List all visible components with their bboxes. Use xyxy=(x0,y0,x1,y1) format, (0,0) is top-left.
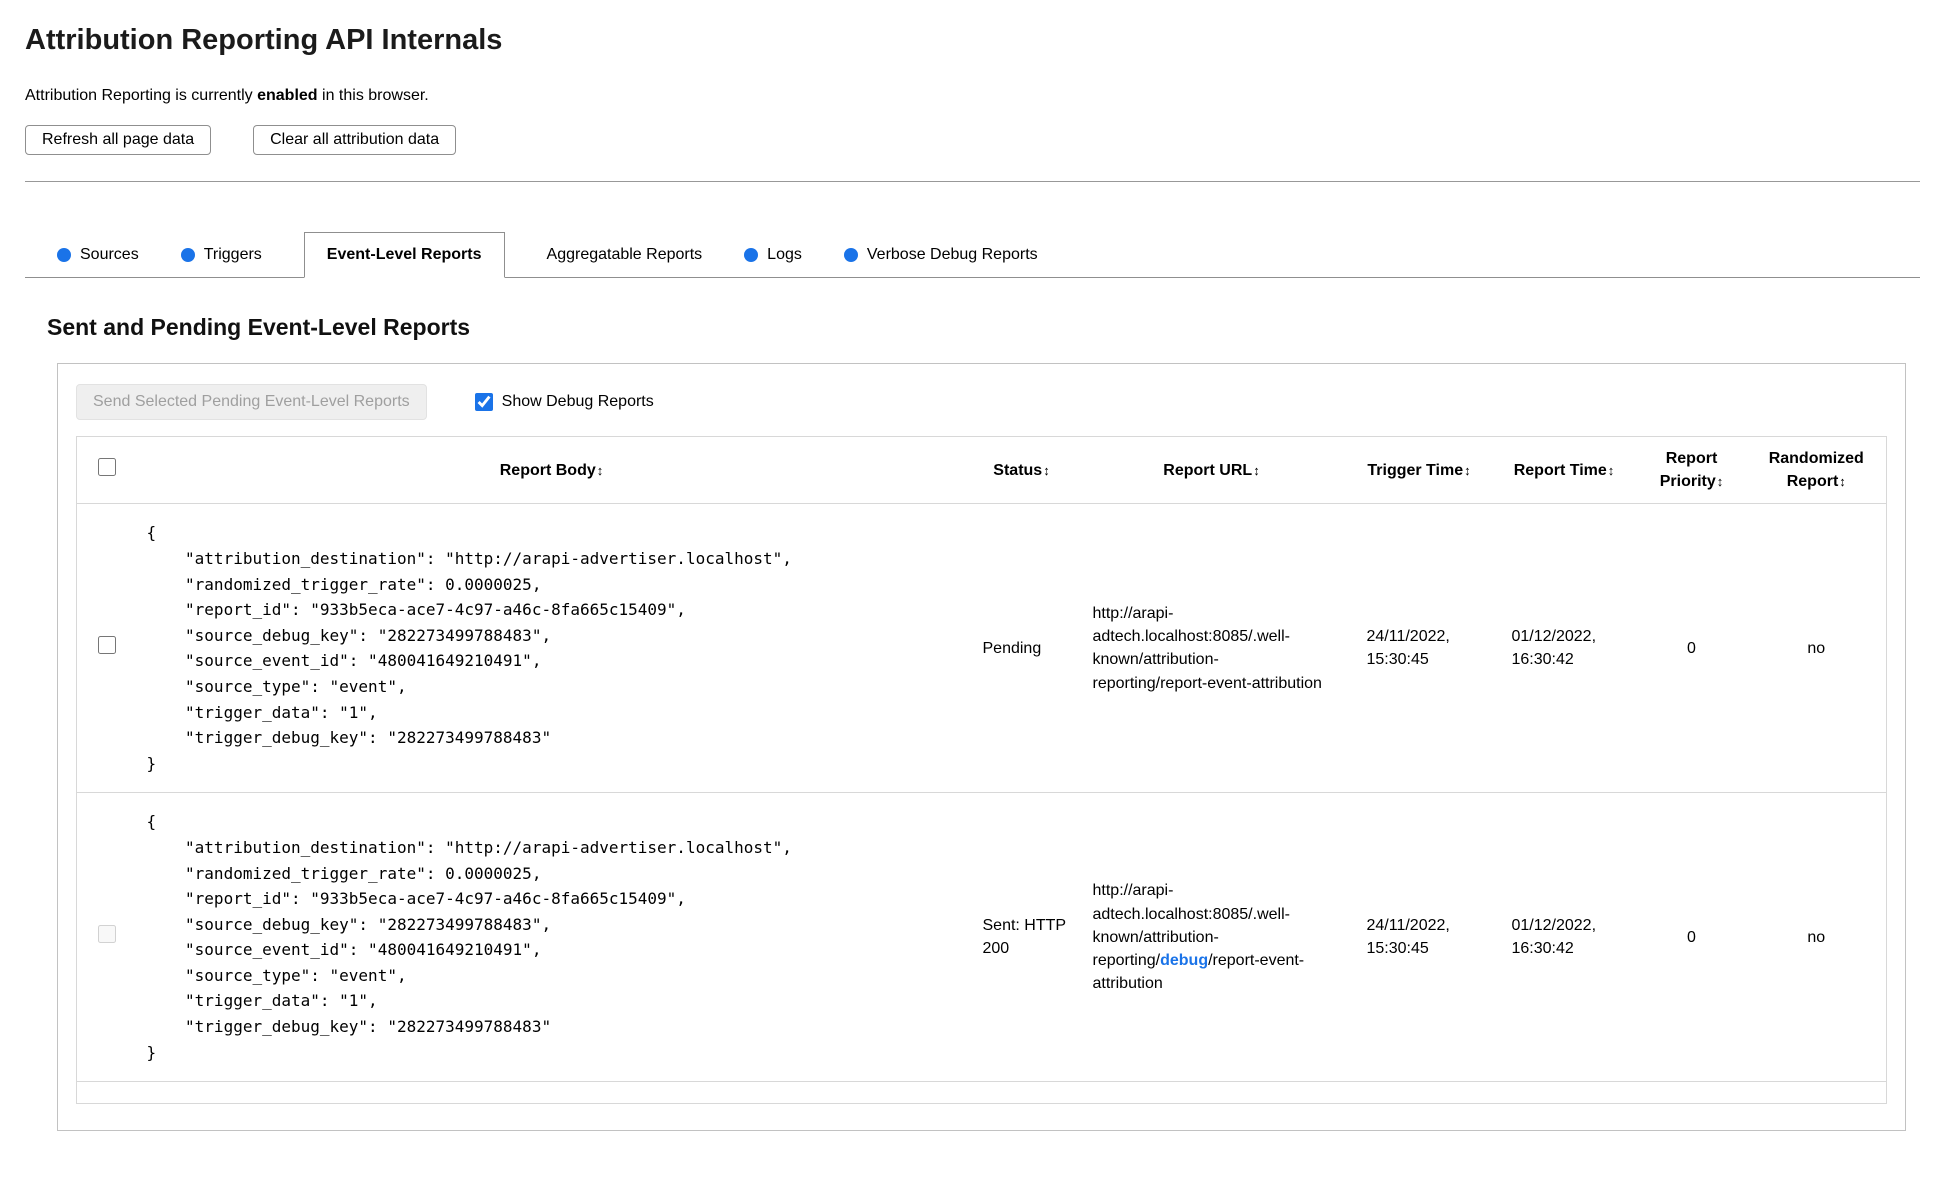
header-label: Report Priority xyxy=(1659,450,1718,491)
trigger-time-cell: 24/11/2022, 15:30:45 xyxy=(1346,503,1492,793)
sources-dot-icon xyxy=(57,247,71,262)
report-priority-cell: 0 xyxy=(1636,503,1747,793)
randomized-report-cell: no xyxy=(1746,503,1887,793)
refresh-all-button[interactable]: Refresh all page data xyxy=(25,125,212,155)
tab-label: Triggers xyxy=(203,245,262,263)
tab-sources[interactable]: Sources xyxy=(57,232,139,277)
randomized-report-cell: no xyxy=(1746,792,1887,1082)
select-all-checkbox[interactable] xyxy=(97,457,116,476)
page-actions: Refresh all page data Clear all attribut… xyxy=(25,125,1920,155)
table-footer-cell xyxy=(76,1081,1887,1104)
panel-controls: Send Selected Pending Event-Level Report… xyxy=(76,384,1887,420)
attribution-internals-page: Attribution Reporting API Internals Attr… xyxy=(0,0,1948,1178)
event-level-reports-table: Report Body↕ Status↕ Report URL↕ Trigger… xyxy=(76,436,1887,1105)
tab-label: Verbose Debug Reports xyxy=(866,245,1038,263)
triggers-dot-icon xyxy=(180,247,195,262)
row-select-cell xyxy=(76,503,137,793)
tab-verbose-debug-reports[interactable]: Verbose Debug Reports xyxy=(843,232,1038,277)
tab-triggers[interactable]: Triggers xyxy=(180,232,262,277)
sort-icon: ↕ xyxy=(1716,474,1724,490)
header-label: Report Body xyxy=(499,461,596,479)
tab-event-level-reports[interactable]: Event-Level Reports xyxy=(303,232,505,278)
sort-icon: ↕ xyxy=(1253,462,1260,478)
sort-icon: ↕ xyxy=(596,462,604,478)
header-report-time[interactable]: Report Time↕ xyxy=(1492,437,1637,504)
report-time-cell: 01/12/2022, 16:30:42 xyxy=(1491,792,1637,1082)
clear-all-button[interactable]: Clear all attribution data xyxy=(253,125,457,155)
report-row: { "attribution_destination": "http://ara… xyxy=(76,792,1887,1082)
report-body-json: { "attribution_destination": "http://ara… xyxy=(146,523,792,773)
header-label: Randomized Report xyxy=(1768,450,1864,491)
show-debug-reports-checkbox[interactable] xyxy=(474,393,493,411)
status-cell: Pending xyxy=(966,503,1077,793)
tab-logs[interactable]: Logs xyxy=(744,232,802,277)
header-label: Trigger Time xyxy=(1367,461,1464,479)
send-selected-reports-button[interactable]: Send Selected Pending Event-Level Report… xyxy=(76,384,427,420)
report-body-cell: { "attribution_destination": "http://ara… xyxy=(136,503,967,793)
table-footer-strip xyxy=(76,1081,1887,1104)
reports-panel: Send Selected Pending Event-Level Report… xyxy=(57,363,1906,1132)
sort-icon: ↕ xyxy=(1043,462,1050,478)
tab-label: Logs xyxy=(767,245,802,263)
verbose-debug-dot-icon xyxy=(843,247,858,262)
page-title: Attribution Reporting API Internals xyxy=(25,24,503,56)
header-report-url[interactable]: Report URL↕ xyxy=(1077,437,1347,504)
report-priority-cell: 0 xyxy=(1636,792,1747,1082)
header-trigger-time[interactable]: Trigger Time↕ xyxy=(1347,437,1492,504)
status-enabled: enabled xyxy=(257,87,318,104)
report-url-text: http://arapi-adtech.localhost:8085/.well… xyxy=(1092,604,1322,692)
row-select-checkbox[interactable] xyxy=(97,635,116,654)
trigger-time-cell: 24/11/2022, 15:30:45 xyxy=(1346,792,1492,1082)
report-url-cell: http://arapi-adtech.localhost:8085/.well… xyxy=(1076,503,1347,793)
header-randomized-report[interactable]: Randomized Report↕ xyxy=(1747,437,1887,504)
select-all-cell xyxy=(77,437,137,504)
report-url-cell: http://arapi-adtech.localhost:8085/.well… xyxy=(1076,792,1347,1082)
table-header-row: Report Body↕ Status↕ Report URL↕ Trigger… xyxy=(77,437,1887,504)
sort-icon: ↕ xyxy=(1607,462,1615,478)
header-report-body[interactable]: Report Body↕ xyxy=(137,437,967,504)
status-suffix: in this browser. xyxy=(317,87,429,104)
report-body-json: { "attribution_destination": "http://ara… xyxy=(146,812,792,1062)
sort-icon: ↕ xyxy=(1839,474,1846,490)
report-body-cell: { "attribution_destination": "http://ara… xyxy=(136,792,967,1082)
attribution-status-line: Attribution Reporting is currently enabl… xyxy=(25,87,1920,105)
header-report-priority[interactable]: Report Priority↕ xyxy=(1637,437,1747,504)
sort-icon: ↕ xyxy=(1464,462,1471,478)
header-label: Report Time xyxy=(1513,461,1607,479)
header-status[interactable]: Status↕ xyxy=(967,437,1077,504)
status-prefix: Attribution Reporting is currently xyxy=(25,87,258,104)
row-select-checkbox[interactable] xyxy=(97,924,116,943)
tab-label: Aggregatable Reports xyxy=(546,245,703,263)
tab-aggregatable-reports[interactable]: Aggregatable Reports xyxy=(547,232,703,277)
header-label: Status xyxy=(993,461,1043,479)
report-time-cell: 01/12/2022, 16:30:42 xyxy=(1491,503,1637,793)
url-debug-highlight: debug xyxy=(1160,951,1209,969)
tab-label: Sources xyxy=(80,245,139,263)
header-label: Report URL xyxy=(1163,461,1253,479)
row-select-cell xyxy=(76,792,137,1082)
top-divider xyxy=(25,181,1920,182)
section-heading: Sent and Pending Event-Level Reports xyxy=(47,314,471,340)
show-debug-reports-control: Show Debug Reports xyxy=(474,393,654,411)
tab-bar: Sources Triggers Event-Level Reports Agg… xyxy=(25,232,1920,278)
tab-label: Event-Level Reports xyxy=(326,246,482,263)
logs-dot-icon xyxy=(744,247,759,262)
status-cell: Sent: HTTP 200 xyxy=(966,792,1077,1082)
show-debug-reports-label: Show Debug Reports xyxy=(501,393,654,410)
report-row: { "attribution_destination": "http://ara… xyxy=(76,503,1887,793)
